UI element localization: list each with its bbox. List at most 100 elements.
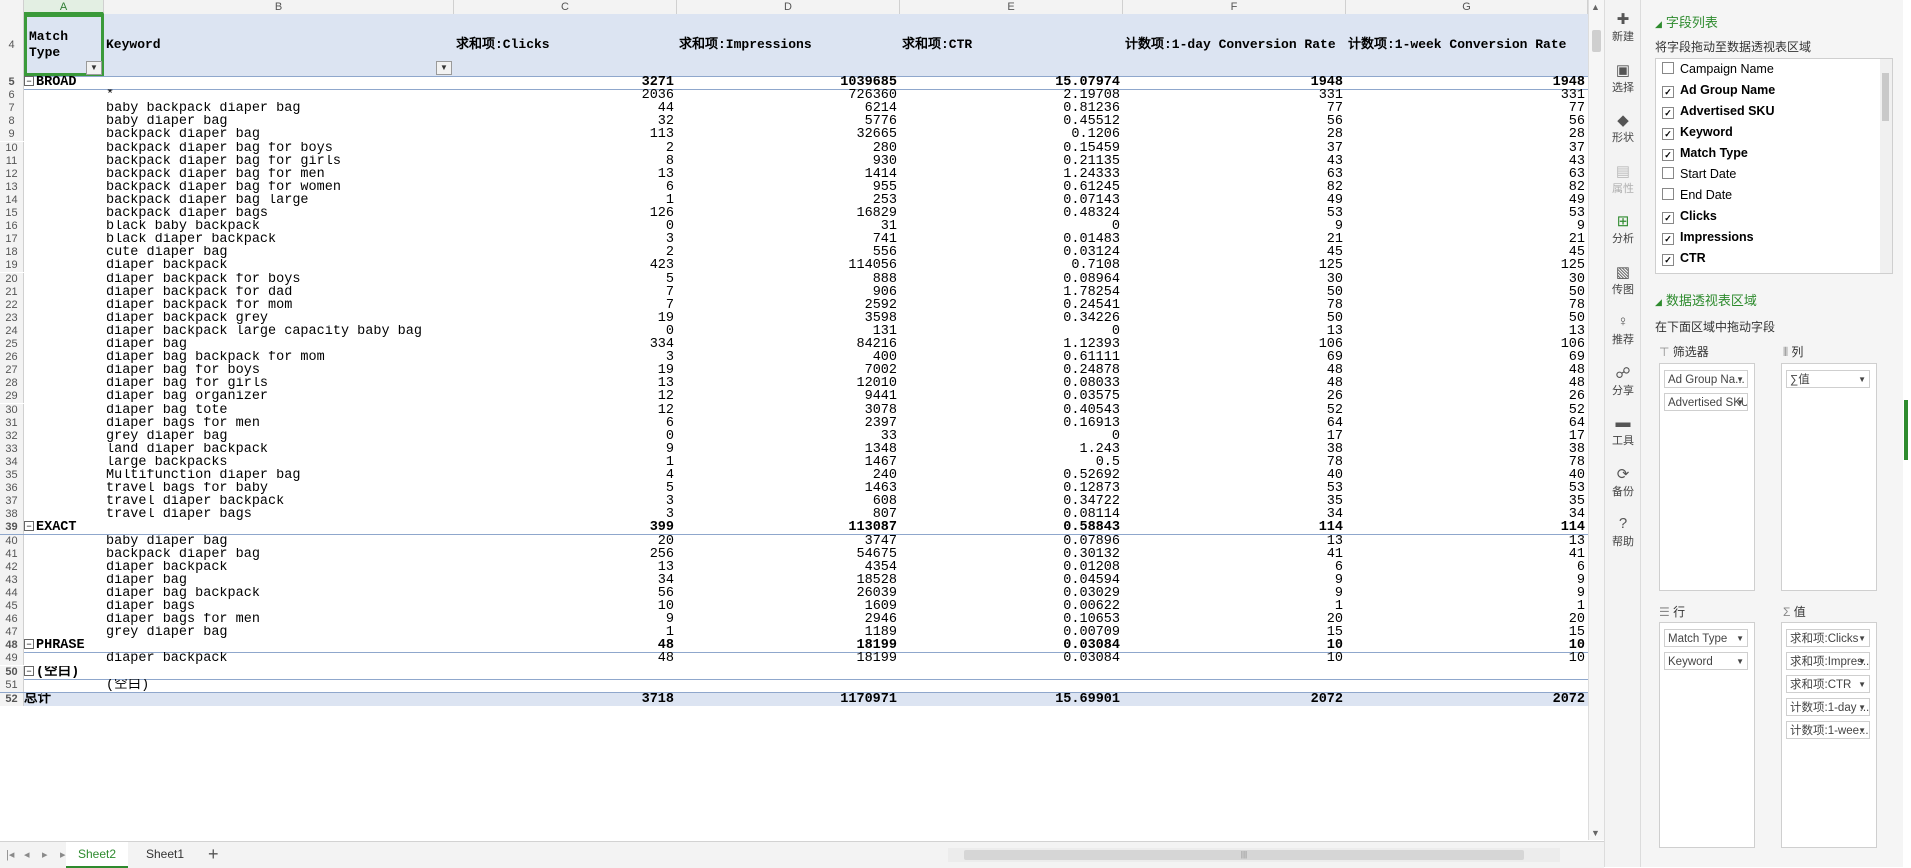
value-cell[interactable]: 31 (677, 220, 900, 233)
chip-dropdown-icon[interactable]: ▼ (1858, 676, 1866, 692)
row-number[interactable]: 42 (0, 560, 24, 574)
value-cell[interactable]: 28 (1123, 128, 1346, 141)
row-number[interactable]: 35 (0, 469, 24, 483)
value-cell[interactable]: 20 (454, 535, 677, 548)
value-cell[interactable]: 2946 (677, 613, 900, 626)
value-cell[interactable]: 34 (1123, 508, 1346, 521)
value-cell[interactable]: 0.40543 (900, 404, 1123, 417)
value-cell[interactable]: 114056 (677, 259, 900, 272)
value-cell[interactable]: 82 (1123, 181, 1346, 194)
value-cell[interactable]: 37 (1123, 142, 1346, 155)
keyword-cell[interactable]: diaper bags for men (104, 613, 454, 626)
row-number[interactable]: 24 (0, 324, 24, 338)
zone-field-chip[interactable]: 计数项:1-wee... ▼ (1786, 721, 1870, 739)
row-number[interactable]: 50 (0, 665, 24, 679)
value-cell[interactable]: 19 (454, 312, 677, 325)
zone-field-chip[interactable]: Keyword ▼ (1664, 652, 1748, 670)
value-cell[interactable]: 38 (1123, 443, 1346, 456)
value-cell[interactable]: 0.10653 (900, 613, 1123, 626)
value-cell[interactable]: 1348 (677, 443, 900, 456)
row-number[interactable]: 25 (0, 338, 24, 352)
value-cell[interactable]: 240 (677, 469, 900, 482)
field-item[interactable]: Start Date (1662, 164, 1736, 184)
value-cell[interactable]: 9 (1346, 220, 1588, 233)
keyword-cell[interactable]: baby diaper bag (104, 535, 454, 548)
keyword-cell[interactable]: diaper bag (104, 338, 454, 351)
value-cell[interactable]: 13 (1123, 325, 1346, 338)
value-cell[interactable]: 9 (1346, 587, 1588, 600)
value-cell[interactable]: 10 (1123, 652, 1346, 665)
value-cell[interactable]: 0.45512 (900, 115, 1123, 128)
field-item[interactable]: ✓ Match Type (1662, 143, 1748, 163)
header-cell[interactable]: Keyword (104, 14, 454, 76)
tool-button[interactable]: ⊞ 分析 (1605, 212, 1641, 246)
value-cell[interactable]: 0.03084 (900, 639, 1123, 652)
value-cell[interactable]: 0.52692 (900, 469, 1123, 482)
value-cell[interactable]: 1948 (1123, 76, 1346, 89)
row-number[interactable]: 15 (0, 207, 24, 221)
value-cell[interactable]: 7002 (677, 364, 900, 377)
row-number[interactable]: 45 (0, 600, 24, 614)
value-cell[interactable]: 82 (1346, 181, 1588, 194)
sheet-nav-icon[interactable]: ▸ (42, 848, 48, 861)
value-cell[interactable]: 5 (454, 482, 677, 495)
value-cell[interactable]: 40 (1123, 469, 1346, 482)
zone-field-chip[interactable]: Ad Group Na... ▼ (1664, 370, 1748, 388)
horizontal-scrollbar[interactable]: ||| (948, 848, 1560, 862)
keyword-cell[interactable]: diaper backpack (104, 561, 454, 574)
value-cell[interactable]: 9 (1346, 574, 1588, 587)
value-cell[interactable]: 2592 (677, 299, 900, 312)
value-cell[interactable]: 256 (454, 548, 677, 561)
keyword-cell[interactable]: diaper bag for boys (104, 364, 454, 377)
value-cell[interactable]: 0.48324 (900, 207, 1123, 220)
value-cell[interactable]: 48 (454, 652, 677, 665)
value-cell[interactable]: 0.08114 (900, 508, 1123, 521)
tool-button[interactable]: ✚ 新建 (1605, 10, 1641, 44)
keyword-cell[interactable]: diaper backpack for dad (104, 286, 454, 299)
keyword-cell[interactable]: diaper bag backpack for mom (104, 351, 454, 364)
column-header-c[interactable]: C (454, 0, 677, 14)
value-cell[interactable]: 56 (454, 587, 677, 600)
value-cell[interactable]: 1039685 (677, 76, 900, 89)
row-number[interactable]: 20 (0, 272, 24, 286)
value-cell[interactable]: 12 (454, 404, 677, 417)
horizontal-scroll-thumb[interactable]: ||| (964, 850, 1524, 860)
value-cell[interactable]: 280 (677, 142, 900, 155)
keyword-cell[interactable]: grey diaper bag (104, 430, 454, 443)
value-cell[interactable]: 48 (454, 639, 677, 652)
value-cell[interactable]: 48 (1346, 377, 1588, 390)
filter-dropdown-icon[interactable]: ▼ (86, 61, 102, 75)
checkbox-checked-icon[interactable]: ✓ (1662, 107, 1674, 119)
row-number[interactable]: 51 (0, 678, 24, 692)
value-cell[interactable]: 63 (1123, 168, 1346, 181)
keyword-cell[interactable]: backpack diaper bag (104, 128, 454, 141)
row-number[interactable]: 8 (0, 115, 24, 129)
tool-button[interactable]: ☍ 分享 (1605, 364, 1641, 398)
value-cell[interactable]: 0.08033 (900, 377, 1123, 390)
value-cell[interactable]: 399 (454, 521, 677, 534)
keyword-cell[interactable]: cute diaper bag (104, 246, 454, 259)
value-cell[interactable]: 0.01483 (900, 233, 1123, 246)
keyword-cell[interactable]: diaper backpack for mom (104, 299, 454, 312)
value-cell[interactable]: 556 (677, 246, 900, 259)
value-cell[interactable]: 15.69901 (900, 693, 1123, 706)
checkbox-icon[interactable] (1662, 188, 1674, 200)
row-number[interactable]: 6 (0, 89, 24, 103)
value-cell[interactable]: 20 (1123, 613, 1346, 626)
value-cell[interactable]: 50 (1123, 312, 1346, 325)
value-cell[interactable]: 2036 (454, 89, 677, 102)
value-cell[interactable]: 45 (1346, 246, 1588, 259)
value-cell[interactable]: 45 (1123, 246, 1346, 259)
value-cell[interactable]: 0 (900, 430, 1123, 443)
tool-button[interactable]: ▣ 选择 (1605, 61, 1641, 95)
value-cell[interactable]: 56 (1346, 115, 1588, 128)
value-cell[interactable]: 18528 (677, 574, 900, 587)
row-number[interactable]: 26 (0, 351, 24, 365)
value-cell[interactable]: 43 (1123, 155, 1346, 168)
panel-resize-handle[interactable] (1904, 400, 1908, 460)
value-cell[interactable]: 34 (454, 574, 677, 587)
row-number[interactable]: 9 (0, 128, 24, 142)
keyword-cell[interactable]: backpack diaper bags (104, 207, 454, 220)
value-cell[interactable]: 0.61245 (900, 181, 1123, 194)
keyword-cell[interactable]: diaper bags (104, 600, 454, 613)
